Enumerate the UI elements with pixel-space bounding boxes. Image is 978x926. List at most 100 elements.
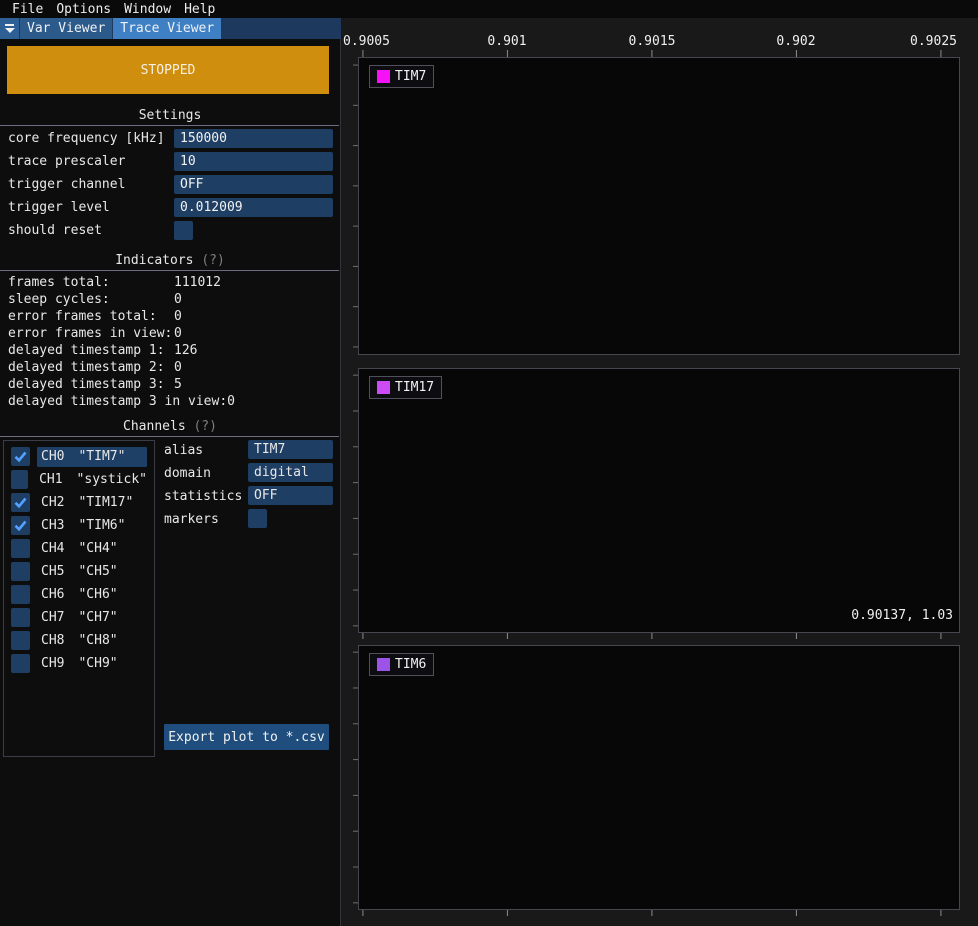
channel-label[interactable]: CH9 "CH9" (37, 654, 147, 674)
plot-frame[interactable]: TIM7 (358, 57, 960, 355)
channel-row-ch4[interactable]: CH4"CH4" (11, 538, 147, 559)
plot-tim17[interactable]: TIM17 0.90137, 1.03 (351, 361, 967, 640)
channel-checkbox-ch9[interactable] (11, 654, 30, 673)
channel-label[interactable]: CH8"CH8" (37, 631, 147, 651)
menu-options[interactable]: Options (54, 2, 113, 17)
indicator-row: delayed timestamp 3 in view:0 (8, 393, 334, 410)
channel-alias: "CH6" (78, 587, 117, 602)
markers-checkbox[interactable] (248, 509, 267, 528)
channel-row-ch5[interactable]: CH5"CH5" (11, 561, 147, 582)
trigger-channel-select[interactable]: OFF (174, 175, 333, 194)
indicator-label: delayed timestamp 2: (8, 359, 174, 376)
menu-window[interactable]: Window (122, 2, 173, 17)
legend-tim7[interactable]: TIM7 (369, 65, 434, 88)
tim7-color-swatch (377, 70, 390, 83)
channel-checkbox-ch2[interactable] (11, 493, 30, 512)
tab-var-viewer[interactable]: Var Viewer (20, 18, 112, 39)
channel-checkbox-ch6[interactable] (11, 585, 30, 604)
channels-help-icon[interactable]: (?) (193, 419, 216, 434)
indicators-header: Indicators (?) (0, 252, 340, 269)
indicator-row: delayed timestamp 2:0 (8, 359, 334, 376)
menu-file[interactable]: File (10, 2, 45, 17)
channel-row-ch0[interactable]: CH0"TIM7" (11, 446, 147, 467)
x-tick-label: 0.9005 (343, 34, 390, 49)
channels-header: Channels (?) (0, 418, 340, 435)
acquisition-state-button[interactable]: STOPPED (7, 46, 329, 94)
indicator-value: 126 (174, 342, 197, 359)
indicator-value: 0 (227, 393, 235, 410)
indicator-label: error frames total: (8, 308, 174, 325)
alias-input[interactable]: TIM7 (248, 440, 333, 459)
channel-row-ch7[interactable]: CH7"CH7" (11, 607, 147, 628)
markers-label: markers (164, 510, 219, 529)
menu-help[interactable]: Help (182, 2, 217, 17)
export-csv-button[interactable]: Export plot to *.csv (164, 724, 329, 750)
x-tick-label: 0.901 (487, 34, 526, 49)
trace-prescaler-input[interactable]: 10 (174, 152, 333, 171)
window-menu-button[interactable] (0, 18, 19, 39)
indicator-value: 0 (174, 359, 182, 376)
statistics-select[interactable]: OFF (248, 486, 333, 505)
settings-header: Settings (0, 107, 340, 124)
channel-alias: "TIM7" (78, 449, 125, 464)
channel-row-ch2[interactable]: CH2"TIM17" (11, 492, 147, 513)
indicator-label: delayed timestamp 1: (8, 342, 174, 359)
plot-frame[interactable]: TIM6 (358, 645, 960, 910)
indicator-row: error frames total:0 (8, 308, 334, 325)
indicator-label: delayed timestamp 3: (8, 376, 174, 393)
indicator-row: delayed timestamp 3:5 (8, 376, 334, 393)
channel-row-ch3[interactable]: CH3 "TIM6" (11, 515, 147, 536)
channel-alias: "TIM6" (78, 518, 125, 533)
channel-row-ch6[interactable]: CH6 "CH6" (11, 584, 147, 605)
core-frequency-input[interactable]: 150000 (174, 129, 333, 148)
legend-tim6[interactable]: TIM6 (369, 653, 434, 676)
indicators-help-icon[interactable]: (?) (201, 253, 224, 268)
should-reset-checkbox[interactable] (174, 221, 193, 240)
channel-checkbox-ch1[interactable] (11, 470, 28, 489)
indicator-row: delayed timestamp 1:126 (8, 342, 334, 359)
channel-id: CH6 (41, 587, 64, 602)
domain-select[interactable]: digital (248, 463, 333, 482)
channel-label[interactable]: CH2"TIM17" (37, 493, 147, 513)
channel-checkbox-ch3[interactable] (11, 516, 30, 535)
indicator-row: frames total:111012 (8, 274, 334, 291)
channel-checkbox-ch7[interactable] (11, 608, 30, 627)
channel-checkbox-ch4[interactable] (11, 539, 30, 558)
channel-label[interactable]: CH1"systick" (35, 470, 147, 490)
setting-label: core frequency [kHz] (8, 129, 165, 148)
control-panel: STOPPED Settings core frequency [kHz] 150… (0, 39, 341, 926)
channel-alias: "CH8" (78, 633, 117, 648)
collapse-arrow-icon (5, 24, 14, 26)
channel-id: CH9 (41, 656, 64, 671)
channel-alias: "CH7" (78, 610, 117, 625)
trigger-level-input[interactable]: 0.012009 (174, 198, 333, 217)
x-tick-label: 0.9025 (910, 34, 957, 49)
channel-row-ch8[interactable]: CH8"CH8" (11, 630, 147, 651)
x-tick-label: 0.9015 (629, 34, 676, 49)
channel-alias: "CH9" (78, 656, 117, 671)
channel-id: CH3 (41, 518, 64, 533)
channel-id: CH5 (41, 564, 64, 579)
channel-label[interactable]: CH6 "CH6" (37, 585, 147, 605)
channel-checkbox-ch5[interactable] (11, 562, 30, 581)
channel-alias: "CH4" (78, 541, 117, 556)
channel-row-ch9[interactable]: CH9 "CH9" (11, 653, 147, 674)
indicator-label: sleep cycles: (8, 291, 174, 308)
tim6-color-swatch (377, 658, 390, 671)
channel-label[interactable]: CH7"CH7" (37, 608, 147, 628)
channel-label[interactable]: CH5"CH5" (37, 562, 147, 582)
legend-tim17[interactable]: TIM17 (369, 376, 442, 399)
channel-label[interactable]: CH4"CH4" (37, 539, 147, 559)
channel-row-ch1[interactable]: CH1"systick" (11, 469, 147, 490)
channel-list: CH0"TIM7" CH1"systick" CH2"TIM17" CH3 "TIM6"… (3, 440, 155, 757)
setting-label: trace prescaler (8, 152, 125, 171)
tab-trace-viewer[interactable]: Trace Viewer (113, 18, 221, 39)
channel-checkbox-ch8[interactable] (11, 631, 30, 650)
channel-checkbox-ch0[interactable] (11, 447, 30, 466)
channel-label[interactable]: CH0"TIM7" (37, 447, 147, 467)
plot-tim6[interactable]: TIM6 (351, 638, 967, 917)
plots-panel: 0.9005 0.901 0.9015 0.902 0.9025 TIM7 TI… (341, 18, 978, 926)
channel-label[interactable]: CH3 "TIM6" (37, 516, 147, 536)
plot-frame[interactable]: TIM17 0.90137, 1.03 (358, 368, 960, 633)
plot-tim7[interactable]: TIM7 (351, 50, 967, 362)
